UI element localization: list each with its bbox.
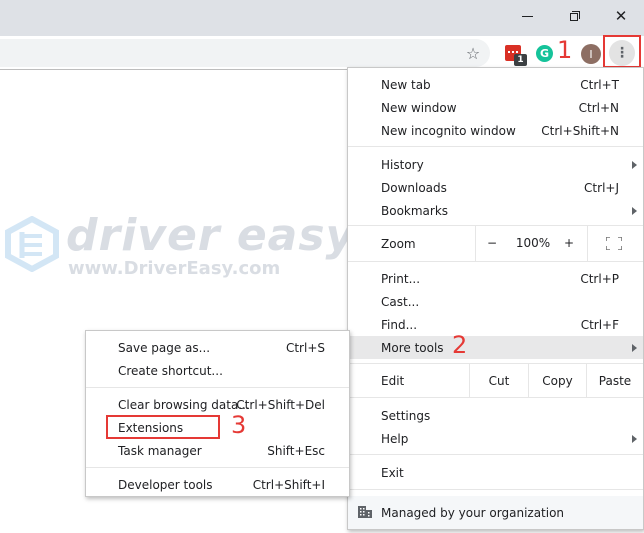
menu-item-label: Bookmarks [381, 203, 449, 218]
address-bar[interactable] [0, 39, 490, 67]
menu-item-print[interactable]: Print... Ctrl+P [348, 267, 643, 290]
driver-easy-logo-icon [5, 216, 59, 272]
menu-item-shortcut: Ctrl+F [580, 317, 619, 332]
grammarly-extension-icon[interactable]: G [536, 45, 553, 62]
menu-item-shortcut: Ctrl+Shift+N [541, 123, 619, 138]
submenu-arrow-icon [632, 206, 637, 215]
browser-toolbar: ☆ 1 G I ⋮ [0, 36, 644, 68]
menu-item-label: Downloads [381, 180, 447, 195]
menu-item-label: Developer tools [118, 477, 213, 492]
menu-item-help[interactable]: Help [348, 427, 643, 450]
menu-item-new-window[interactable]: New window Ctrl+N [348, 96, 643, 119]
menu-separator [348, 261, 643, 262]
copy-button[interactable]: Copy [529, 374, 586, 388]
menu-item-exit[interactable]: Exit [348, 461, 643, 484]
zoom-divider [587, 226, 588, 261]
menu-item-bookmarks[interactable]: Bookmarks [348, 199, 643, 222]
submenu-arrow-icon [632, 160, 637, 169]
fullscreen-button[interactable] [605, 236, 623, 251]
menu-item-shortcut: Ctrl+P [580, 271, 619, 286]
minimize-button[interactable] [504, 0, 550, 32]
watermark-title: driver easy [66, 210, 356, 261]
bookmark-star-icon[interactable]: ☆ [462, 42, 484, 64]
menu-item-label: Print... [381, 271, 421, 286]
annotation-step-1: 1 [557, 36, 573, 64]
cut-button[interactable]: Cut [470, 374, 528, 388]
menu-item-shortcut: Ctrl+Shift+I [252, 477, 325, 492]
menu-item-label: Cast... [381, 294, 420, 309]
zoom-level-value: 100% [515, 236, 551, 250]
edit-label: Edit [381, 373, 405, 388]
menu-item-label: Create shortcut... [118, 363, 223, 378]
menu-item-shortcut: Ctrl+N [578, 100, 619, 115]
close-button[interactable]: ✕ [598, 0, 644, 32]
menu-item-new-incognito-window[interactable]: New incognito window Ctrl+Shift+N [348, 119, 643, 142]
menu-item-settings[interactable]: Settings [348, 404, 643, 427]
menu-item-label: New tab [381, 77, 431, 92]
restore-button[interactable] [552, 0, 598, 32]
more-tools-submenu: Save page as... Ctrl+S Create shortcut..… [85, 330, 350, 497]
menu-item-label: New incognito window [381, 123, 516, 138]
menu-item-label: Exit [381, 465, 404, 480]
chrome-main-menu: New tab Ctrl+T New window Ctrl+N New inc… [347, 67, 644, 530]
menu-item-label: Clear browsing data... [118, 397, 250, 412]
menu-item-find[interactable]: Find... Ctrl+F [348, 313, 643, 336]
close-icon: ✕ [614, 7, 628, 25]
menu-item-label: More tools [381, 340, 444, 355]
managed-by-organization[interactable]: Managed by your organization [348, 496, 643, 529]
menu-item-shortcut: Shift+Esc [267, 443, 325, 458]
menu-separator [348, 146, 643, 147]
menu-separator [348, 454, 643, 455]
menu-item-more-tools[interactable]: More tools [348, 336, 643, 359]
menu-item-history[interactable]: History [348, 153, 643, 176]
extension-badge: 1 [514, 54, 527, 66]
menu-item-label: New window [381, 100, 457, 115]
zoom-in-button[interactable]: + [558, 236, 580, 250]
menu-item-shortcut: Ctrl+S [285, 340, 325, 355]
menu-separator [86, 387, 349, 388]
minimize-icon [521, 15, 533, 17]
menu-item-label: Save page as... [118, 340, 211, 355]
fullscreen-icon [605, 236, 623, 251]
menu-item-shortcut: Ctrl+Shift+Del [236, 397, 325, 412]
managed-label: Managed by your organization [381, 505, 565, 520]
annotation-highlight-menu-button [603, 35, 641, 68]
annotation-step-3: 3 [231, 411, 247, 439]
zoom-label: Zoom [381, 236, 416, 251]
submenu-arrow-icon [632, 434, 637, 443]
profile-avatar[interactable]: I [581, 44, 601, 64]
submenu-item-save-page-as[interactable]: Save page as... Ctrl+S [86, 336, 349, 359]
restore-icon [569, 10, 581, 22]
menu-item-label: Help [381, 431, 409, 446]
menu-separator [348, 489, 643, 490]
building-icon [358, 506, 372, 518]
submenu-item-create-shortcut[interactable]: Create shortcut... [86, 359, 349, 382]
menu-separator [86, 467, 349, 468]
annotation-step-2: 2 [452, 331, 468, 359]
page-top-border [0, 69, 348, 70]
paste-button[interactable]: Paste [587, 374, 643, 388]
menu-item-cast[interactable]: Cast... [348, 290, 643, 313]
zoom-out-button[interactable]: − [481, 236, 503, 250]
menu-separator [348, 397, 643, 398]
annotation-highlight-extensions [106, 415, 220, 439]
menu-item-new-tab[interactable]: New tab Ctrl+T [348, 73, 643, 96]
menu-item-label: Task manager [118, 443, 202, 458]
submenu-item-task-manager[interactable]: Task manager Shift+Esc [86, 439, 349, 462]
submenu-arrow-icon [632, 343, 637, 352]
submenu-item-clear-browsing-data[interactable]: Clear browsing data... Ctrl+Shift+Del [86, 393, 349, 416]
menu-item-downloads[interactable]: Downloads Ctrl+J [348, 176, 643, 199]
zoom-divider [475, 226, 476, 261]
menu-item-label: History [381, 157, 424, 172]
title-bar: ✕ [0, 0, 644, 36]
submenu-item-developer-tools[interactable]: Developer tools Ctrl+Shift+I [86, 473, 349, 496]
menu-item-label: Settings [381, 408, 431, 423]
menu-item-shortcut: Ctrl+T [580, 77, 619, 92]
menu-item-shortcut: Ctrl+J [584, 180, 619, 195]
menu-item-label: Find... [381, 317, 418, 332]
watermark-url: www.DriverEasy.com [68, 258, 281, 279]
